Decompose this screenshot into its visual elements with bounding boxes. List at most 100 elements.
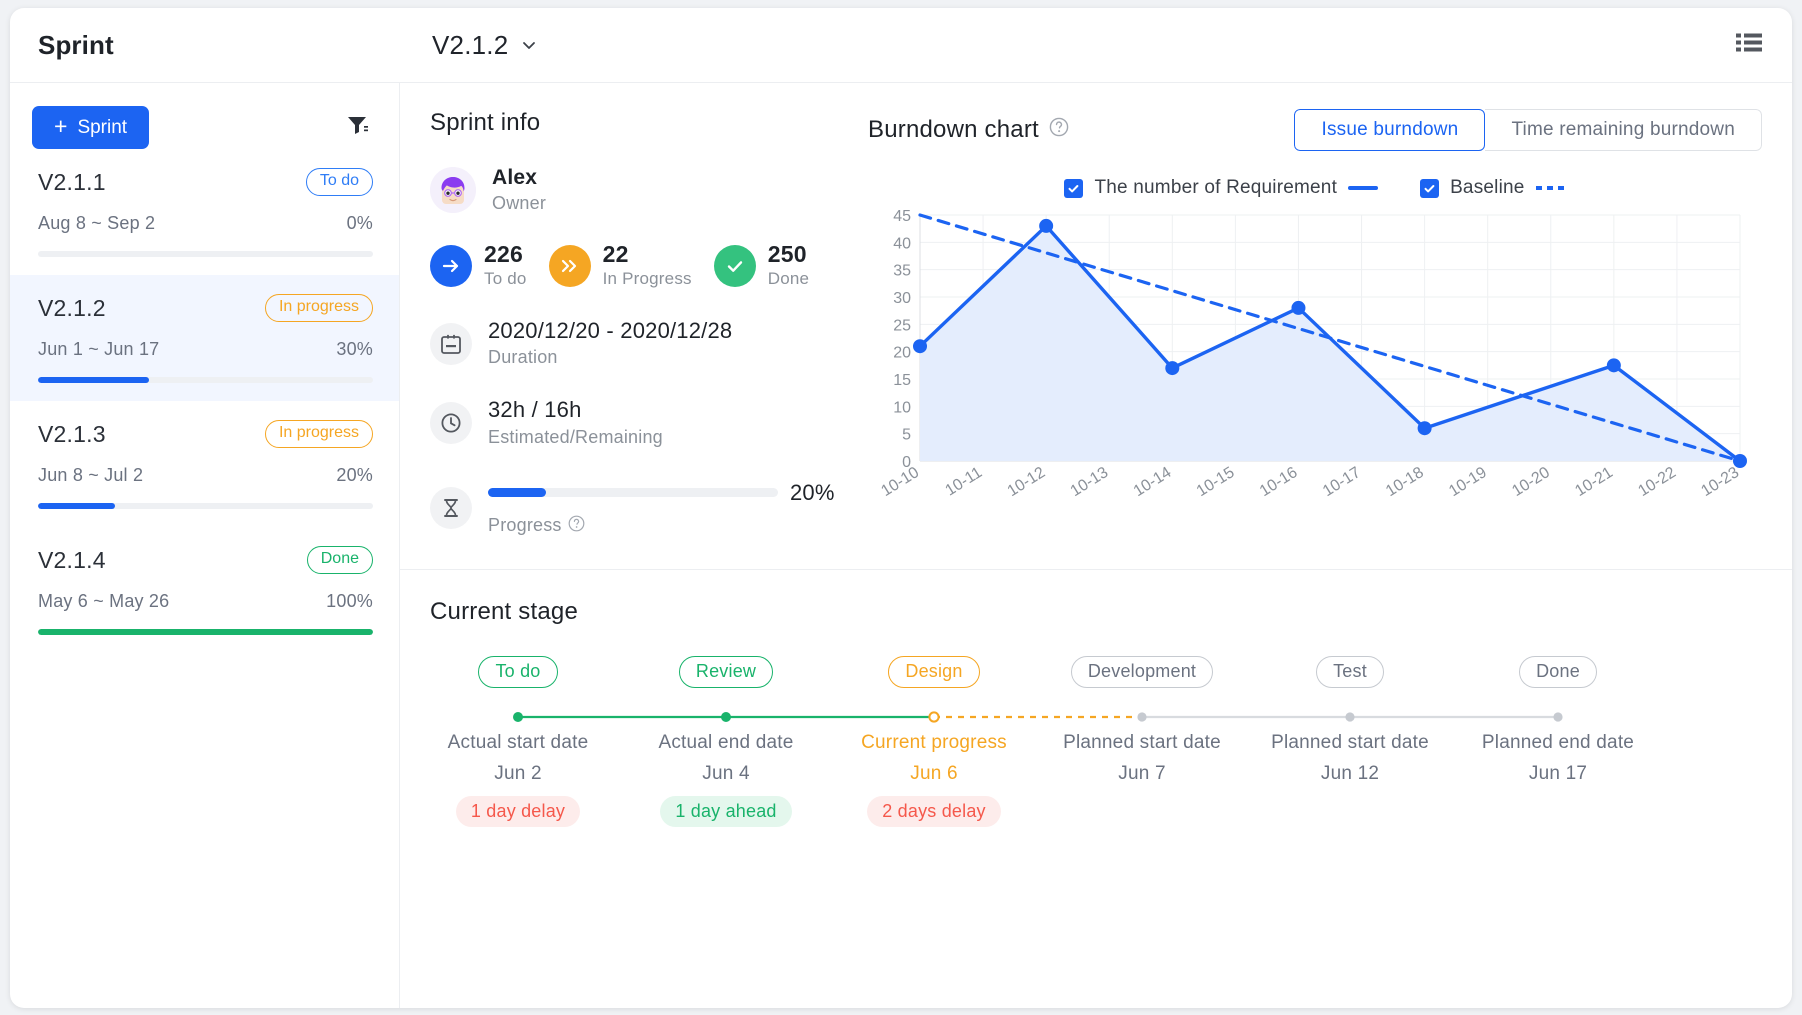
legend-label-baseline: Baseline (1450, 177, 1524, 199)
stage-timeline: To doActual start dateJun 21 day delayRe… (430, 656, 1762, 826)
sprint-stats: 226To do22In Progress250Done (430, 242, 840, 289)
x-axis-tick: 10-21 (1572, 464, 1616, 500)
x-axis-tick: 10-10 (878, 464, 922, 500)
y-axis-tick: 45 (893, 208, 911, 225)
x-axis-tick: 10-15 (1194, 464, 1238, 500)
stage-date: Jun 6 (834, 763, 1034, 785)
sprint-list: V2.1.1To doAug 8 ~ Sep 20%V2.1.2In progr… (10, 149, 399, 653)
x-axis-tick: 10-13 (1068, 464, 1112, 500)
burndown-plot: 05101520253035404510-1010-1110-1210-1310… (868, 203, 1762, 528)
data-point[interactable] (1733, 454, 1747, 468)
x-axis-tick: 10-20 (1509, 464, 1553, 500)
sprint-list-item[interactable]: V2.1.4DoneMay 6 ~ May 26100% (10, 527, 399, 653)
stage-label: Planned start date (1042, 732, 1242, 754)
version-selector[interactable]: V2.1.2 (400, 30, 537, 61)
y-axis-tick: 15 (893, 372, 911, 389)
stage-step: To doActual start dateJun 21 day delay (418, 656, 618, 827)
x-axis-tick: 10-22 (1635, 464, 1679, 500)
data-point[interactable] (913, 339, 927, 353)
clock-icon (430, 402, 472, 444)
arrow-right-icon (430, 245, 472, 287)
legend-swatch-solid-line (1348, 186, 1378, 190)
y-axis-tick: 20 (893, 345, 911, 362)
version-label: V2.1.2 (432, 30, 508, 61)
sprint-progress-track (38, 503, 373, 509)
stage-badge[interactable]: Design (888, 656, 979, 688)
data-point[interactable] (1165, 361, 1179, 375)
owner-row: Alex Owner (430, 166, 840, 214)
stage-step: Development Planned start date Jun 7 (1042, 656, 1242, 785)
stage-date: Jun 7 (1042, 763, 1242, 785)
stage-date: Jun 17 (1458, 763, 1658, 785)
data-point[interactable] (1291, 301, 1305, 315)
stat-number: 226 (484, 242, 527, 266)
stage-badge[interactable]: Review (679, 656, 773, 688)
stage-badge[interactable]: Test (1316, 656, 1384, 688)
current-stage-panel: Current stage To doActual start dateJun … (400, 570, 1792, 826)
stage-badge[interactable]: Done (1519, 656, 1597, 688)
data-point[interactable] (1418, 421, 1432, 435)
sprint-info-panel: Sprint info (400, 83, 840, 569)
stage-step: Design Current progress Jun 6 2 days delay (834, 656, 1034, 827)
double-arrow-right-icon (549, 245, 591, 287)
checkbox-baseline[interactable] (1420, 179, 1439, 198)
sprint-list-item[interactable]: V2.1.2In progressJun 1 ~ Jun 1730% (10, 275, 399, 401)
progress-row: 20% Progress (430, 480, 840, 537)
check-icon (714, 245, 756, 287)
tab-time-remaining-burndown[interactable]: Time remaining burndown (1485, 109, 1762, 151)
status-badge: In progress (265, 420, 373, 447)
tab-issue-burndown[interactable]: Issue burndown (1294, 109, 1485, 151)
x-axis-tick: 10-11 (942, 464, 985, 500)
list-view-icon[interactable] (1736, 32, 1762, 59)
sprint-progress-track (38, 377, 373, 383)
help-icon[interactable] (1049, 116, 1069, 144)
stage-delta-tag: 1 day ahead (660, 796, 791, 828)
sprint-list-item[interactable]: V2.1.3In progressJun 8 ~ Jul 220% (10, 401, 399, 527)
help-icon[interactable] (568, 515, 585, 537)
y-axis-tick: 40 (893, 235, 911, 252)
progress-percent: 20% (790, 480, 835, 506)
filter-icon[interactable] (345, 113, 369, 142)
calendar-icon (430, 323, 472, 365)
add-sprint-button[interactable]: + Sprint (32, 106, 149, 149)
stage-step: Done Planned end date Jun 17 (1458, 656, 1658, 785)
stage-badge[interactable]: Development (1071, 656, 1213, 688)
x-axis-tick: 10-16 (1257, 464, 1301, 500)
stat-label: To do (484, 269, 527, 289)
sprint-progress-track (38, 629, 373, 635)
y-axis-tick: 10 (893, 399, 911, 416)
data-point[interactable] (1607, 358, 1621, 372)
stat-label: Done (768, 269, 809, 289)
checkbox-requirement[interactable] (1064, 179, 1083, 198)
estimate-label: Estimated/Remaining (488, 427, 663, 448)
sprint-progress-fill (38, 503, 115, 509)
sprint-percent: 0% (347, 213, 373, 234)
stage-delta-tag: 2 days delay (867, 796, 1000, 828)
stage-date: Jun 12 (1250, 763, 1450, 785)
stage-label: Actual start date (418, 732, 618, 754)
progress-label-wrap: Progress (488, 515, 835, 537)
legend-item-baseline[interactable]: Baseline (1420, 177, 1565, 199)
sidebar-header: + Sprint (10, 83, 399, 149)
stage-badge[interactable]: To do (478, 656, 557, 688)
sprint-progress-fill (38, 629, 373, 635)
x-axis-tick: 10-14 (1131, 464, 1175, 500)
status-badge: In progress (265, 294, 373, 321)
add-sprint-label: Sprint (77, 117, 127, 139)
sprint-percent: 30% (336, 339, 373, 360)
page-title: Sprint (10, 30, 400, 61)
data-point[interactable] (1039, 219, 1053, 233)
stage-label: Planned end date (1458, 732, 1658, 754)
stage-label: Current progress (834, 732, 1034, 754)
legend-item-requirement[interactable]: The number of Requirement (1064, 177, 1378, 199)
y-axis-tick: 25 (893, 317, 911, 334)
main-content: Sprint info (400, 83, 1792, 1008)
hourglass-icon (430, 487, 472, 529)
stage-date: Jun 2 (418, 763, 618, 785)
sprint-name: V2.1.1 (38, 169, 106, 196)
stage-label: Planned start date (1250, 732, 1450, 754)
stage-date: Jun 4 (626, 763, 826, 785)
sprint-list-item[interactable]: V2.1.1To doAug 8 ~ Sep 20% (10, 149, 399, 275)
sprint-percent: 20% (336, 465, 373, 486)
status-badge: To do (306, 168, 373, 195)
